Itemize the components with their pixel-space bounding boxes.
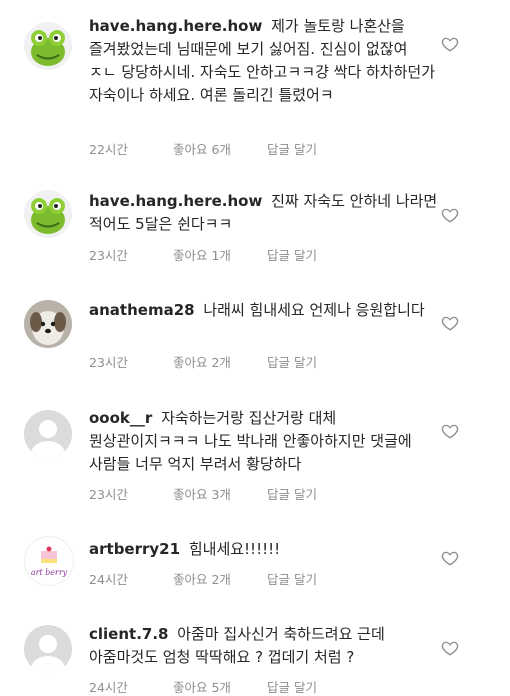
comment-text: 힘내세요!!!!!! bbox=[188, 540, 281, 558]
default-avatar[interactable] bbox=[24, 410, 72, 458]
artberry-logo-text: art berry bbox=[31, 568, 68, 577]
comment-likes[interactable]: 좋아요 6개 bbox=[173, 139, 263, 158]
frog-avatar[interactable] bbox=[24, 190, 72, 238]
comment-likes[interactable]: 좋아요 2개 bbox=[173, 569, 263, 588]
comment-time: 24시간 bbox=[89, 572, 128, 587]
like-heart-icon[interactable] bbox=[441, 35, 459, 53]
comment-likes[interactable]: 좋아요 5개 bbox=[173, 677, 263, 696]
like-heart-icon[interactable] bbox=[441, 314, 459, 332]
comment-username[interactable]: have.hang.here.how bbox=[89, 17, 262, 35]
comment-username[interactable]: artberry21 bbox=[89, 540, 180, 558]
like-heart-icon[interactable] bbox=[441, 549, 459, 567]
like-heart-icon[interactable] bbox=[441, 639, 459, 657]
frog-avatar[interactable] bbox=[24, 22, 72, 70]
default-avatar[interactable] bbox=[24, 625, 72, 673]
reply-button[interactable]: 답글 달기 bbox=[267, 484, 317, 503]
comment-text: 나래씨 힘내세요 언제나 응원합니다 bbox=[203, 301, 425, 319]
comment-likes[interactable]: 좋아요 2개 bbox=[173, 352, 263, 371]
comment-likes[interactable]: 좋아요 3개 bbox=[173, 484, 263, 503]
like-heart-icon[interactable] bbox=[441, 422, 459, 440]
reply-button[interactable]: 답글 달기 bbox=[267, 245, 317, 264]
comment-time: 23시간 bbox=[89, 248, 128, 263]
dog-avatar[interactable] bbox=[24, 300, 72, 348]
comment-username[interactable]: client.7.8 bbox=[89, 625, 168, 643]
reply-button[interactable]: 답글 달기 bbox=[267, 677, 317, 696]
like-heart-icon[interactable] bbox=[441, 206, 459, 224]
comment-time: 23시간 bbox=[89, 355, 128, 370]
comment-username[interactable]: have.hang.here.how bbox=[89, 192, 262, 210]
reply-button[interactable]: 답글 달기 bbox=[267, 569, 317, 588]
comment-likes[interactable]: 좋아요 1개 bbox=[173, 245, 263, 264]
comment-time: 22시간 bbox=[89, 142, 128, 157]
comment-username[interactable]: anathema28 bbox=[89, 301, 195, 319]
reply-button[interactable]: 답글 달기 bbox=[267, 139, 317, 158]
comment-username[interactable]: oook__r bbox=[89, 409, 152, 427]
reply-button[interactable]: 답글 달기 bbox=[267, 352, 317, 371]
comment-time: 23시간 bbox=[89, 487, 128, 502]
artberry-avatar[interactable]: art berry bbox=[24, 536, 74, 586]
comment-time: 24시간 bbox=[89, 680, 128, 695]
